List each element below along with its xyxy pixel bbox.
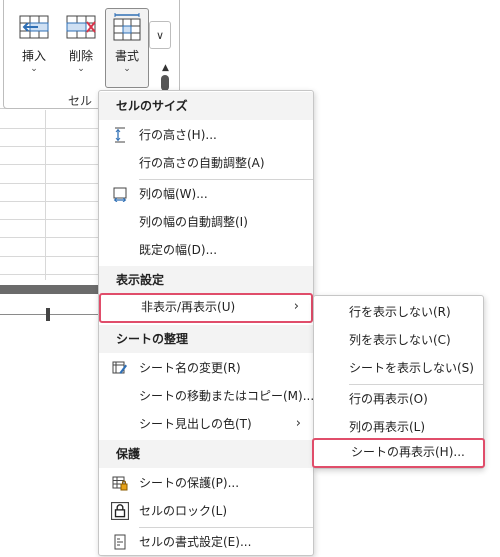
delete-label: 削除	[68, 49, 93, 63]
protect-sheet-icon	[112, 476, 128, 491]
submenu-item-hide-columns[interactable]: 列を表示しない(C)	[314, 326, 483, 354]
insert-cells-icon	[19, 15, 49, 39]
menu-item-default-width[interactable]: 既定の幅(D)...	[99, 236, 313, 264]
submenu-item-unhide-columns[interactable]: 列の再表示(L)	[314, 413, 483, 441]
horizontal-scrollbar[interactable]	[0, 303, 100, 325]
format-label: 書式	[114, 49, 139, 63]
menu-item-label: セルの書式設定(E)...	[139, 535, 252, 549]
submenu-item-unhide-sheet[interactable]: シートの再表示(H)...	[312, 438, 485, 468]
sheet-tab-strip	[0, 285, 100, 294]
menu-item-hide-unhide[interactable]: 非表示/再表示(U) ›	[99, 293, 313, 323]
menu-item-label: 行の高さ(H)...	[139, 128, 217, 142]
menu-item-label: 既定の幅(D)...	[139, 243, 218, 257]
scroll-thumb[interactable]	[46, 308, 50, 321]
hide-unhide-submenu: 行を表示しない(R) 列を表示しない(C) シートを表示しない(S) 行の再表示…	[312, 295, 485, 469]
submenu-item-hide-sheet[interactable]: シートを表示しない(S)	[314, 354, 483, 382]
insert-button[interactable]: 挿入 ⌄	[12, 8, 56, 88]
format-cells-icon	[114, 534, 126, 550]
menu-item-label: 列の幅の自動調整(I)	[139, 215, 248, 229]
submenu-item-label: 列の再表示(L)	[349, 420, 426, 434]
menu-item-lock-cell[interactable]: セルのロック(L)	[99, 497, 313, 525]
menu-item-label: シートの保護(P)...	[139, 476, 240, 490]
section-visibility: 表示設定	[99, 266, 313, 294]
section-cell-size: セルのサイズ	[99, 92, 313, 120]
menu-item-tab-color[interactable]: シート見出しの色(T) ›	[99, 410, 313, 438]
menu-item-label: シート名の変更(R)	[139, 361, 241, 375]
menu-item-label: 列の幅(W)...	[139, 187, 208, 201]
submenu-item-label: 行を表示しない(R)	[349, 305, 451, 319]
section-protection: 保護	[99, 440, 313, 468]
menu-item-label: 行の高さの自動調整(A)	[139, 156, 265, 170]
menu-item-label: シート見出しの色(T)	[139, 417, 252, 431]
ribbon-scroll[interactable]: ▲	[161, 64, 170, 92]
dropdown-button[interactable]: ∨	[149, 21, 171, 49]
chevron-right-icon: ›	[295, 416, 301, 431]
menu-item-move-copy-sheet[interactable]: シートの移動またはコピー(M)...	[99, 382, 315, 410]
submenu-item-unhide-rows[interactable]: 行の再表示(O)	[314, 385, 483, 413]
delete-button[interactable]: 削除 ⌄	[59, 8, 103, 88]
menu-item-autofit-row[interactable]: 行の高さの自動調整(A)	[99, 149, 313, 177]
scroll-thumb[interactable]	[161, 75, 169, 91]
submenu-item-label: シートの再表示(H)...	[351, 445, 465, 459]
delete-cells-icon	[66, 15, 96, 39]
menu-item-rename-sheet[interactable]: シート名の変更(R)	[99, 354, 313, 382]
submenu-item-label: 列を表示しない(C)	[349, 333, 451, 347]
format-menu: セルのサイズ 行の高さ(H)... 行の高さの自動調整(A) 列の幅(W)...…	[98, 90, 314, 556]
chevron-down-icon: ⌄	[77, 64, 85, 74]
column-width-icon	[113, 187, 127, 202]
menu-item-autofit-column[interactable]: 列の幅の自動調整(I)	[99, 208, 313, 236]
submenu-item-hide-rows[interactable]: 行を表示しない(R)	[314, 298, 483, 326]
menu-item-row-height[interactable]: 行の高さ(H)...	[99, 121, 313, 149]
menu-item-label: 非表示/再表示(U)	[141, 300, 236, 314]
submenu-item-label: 行の再表示(O)	[349, 392, 428, 406]
menu-item-label: シートの移動またはコピー(M)...	[139, 389, 315, 403]
chevron-right-icon: ›	[293, 299, 299, 314]
group-label: セル	[68, 94, 93, 108]
menu-item-label: セルのロック(L)	[139, 504, 228, 518]
section-organize: シートの整理	[99, 325, 313, 353]
row-height-icon	[115, 127, 125, 143]
lock-icon	[111, 502, 129, 520]
menu-item-column-width[interactable]: 列の幅(W)...	[99, 180, 313, 208]
format-cells-icon	[113, 13, 141, 41]
menu-item-protect-sheet[interactable]: シートの保護(P)...	[99, 469, 313, 497]
submenu-item-label: シートを表示しない(S)	[349, 361, 474, 375]
menu-item-format-cells[interactable]: セルの書式設定(E)...	[99, 528, 313, 556]
format-button[interactable]: 書式 ⌄	[105, 8, 149, 88]
chevron-down-icon: ⌄	[123, 64, 131, 74]
chevron-down-icon: ⌄	[30, 64, 38, 74]
insert-label: 挿入	[21, 49, 46, 63]
scroll-up-icon[interactable]: ▲	[161, 64, 170, 73]
rename-sheet-icon	[112, 361, 127, 374]
